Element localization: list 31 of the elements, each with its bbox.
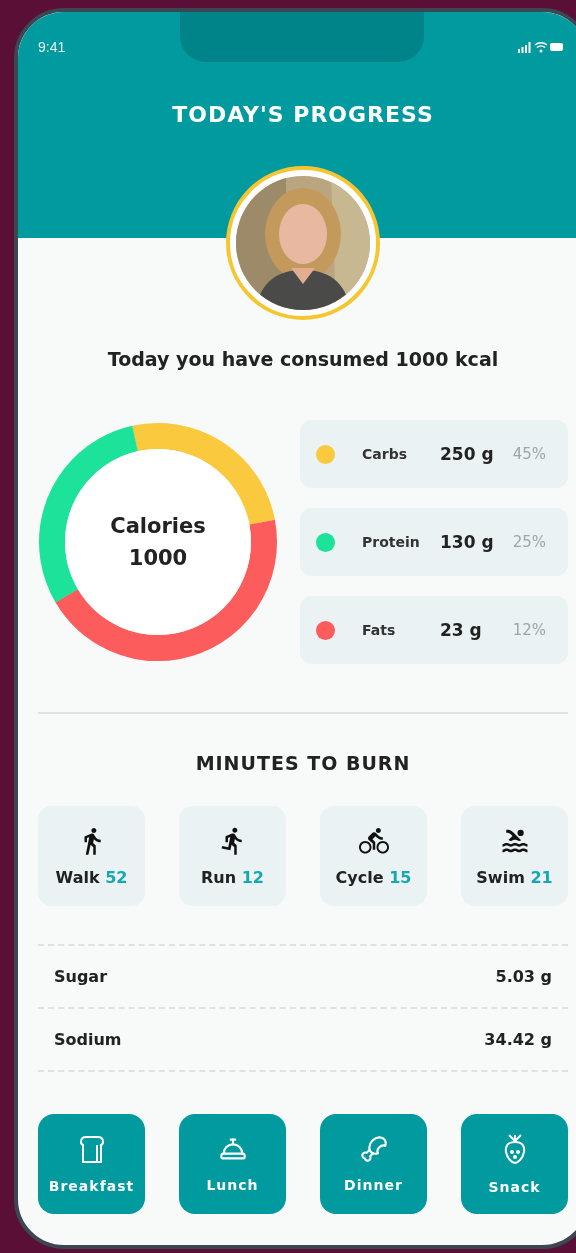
meal-button[interactable]: Dinner [320, 1114, 427, 1214]
nutrient-name: Sugar [54, 967, 108, 986]
macro-percent: 25% [511, 533, 547, 551]
page-title: TODAY'S PROGRESS [172, 102, 434, 127]
meal-button[interactable]: Breakfast [38, 1114, 145, 1214]
drumstick-icon [359, 1135, 388, 1163]
macro-name: Carbs [362, 446, 408, 462]
macro-percent: 45% [511, 445, 547, 463]
activity-label: Walk 52 [55, 867, 128, 887]
meal-button[interactable]: Lunch [179, 1114, 286, 1214]
macro-name: Protein [362, 534, 421, 550]
macro-amount: 250 g [440, 444, 495, 464]
activity-label: Swim 21 [476, 867, 553, 887]
status-icons-drawing [518, 41, 564, 53]
bread-icon [77, 1134, 106, 1164]
nutrient-value: 5.03 g [495, 967, 552, 986]
macro-name: Fats [362, 622, 397, 638]
activity-label: Cycle 15 [335, 867, 412, 887]
bicycle-icon [358, 825, 389, 856]
nutrient-name: Sodium [54, 1030, 122, 1049]
meal-button[interactable]: Snack [461, 1114, 568, 1214]
macro-amount: 130 g [440, 532, 495, 552]
macro-percent: 12% [511, 621, 547, 639]
nutrient-value: 34.42 g [484, 1030, 552, 1049]
macro-amount: 23 g [440, 620, 483, 640]
status-time: 9:41 [38, 39, 66, 55]
activity-label: Run 12 [201, 867, 264, 887]
donut-label: Calories [110, 513, 206, 540]
calorie-summary: Today you have consumed 1000 kcal [106, 348, 500, 370]
section-title: MINUTES TO BURN [194, 752, 412, 774]
donut-value: 1000 [128, 545, 188, 572]
